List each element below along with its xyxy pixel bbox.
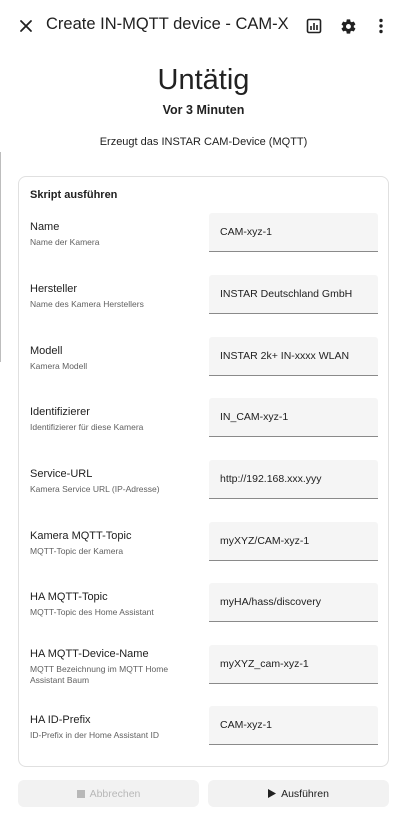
field-value: INSTAR 2k+ IN-xxxx WLAN bbox=[220, 350, 350, 362]
field-label: Kamera MQTT-Topic bbox=[30, 530, 132, 542]
field-value: http://192.168.xxx.yyy bbox=[220, 473, 322, 485]
field-label: HA MQTT-Topic bbox=[30, 591, 108, 603]
field-hint: Kamera Modell bbox=[30, 361, 88, 371]
field-hint: Identifizierer für diese Kamera bbox=[30, 422, 144, 432]
settings-button[interactable] bbox=[334, 12, 362, 40]
field-label: HA MQTT-Device-Name bbox=[30, 648, 149, 660]
model-input[interactable]: INSTAR 2k+ IN-xxxx WLAN bbox=[209, 337, 378, 376]
field-value: CAM-xyz-1 bbox=[220, 226, 272, 238]
script-description: Erzeugt das INSTAR CAM-Device (MQTT) bbox=[99, 136, 308, 148]
field-row-name: Name Name der Kamera CAM-xyz-1 bbox=[19, 213, 388, 253]
run-script-card: Skript ausführen Name Name der Kamera CA… bbox=[18, 176, 389, 767]
dialog-title: Create IN-MQTT device - CAM-X bbox=[46, 15, 289, 33]
field-row-ha-device-name: HA MQTT-Device-Name MQTT Bezeichnung im … bbox=[19, 645, 388, 685]
field-label: Name bbox=[30, 221, 60, 233]
field-label: Service-URL bbox=[30, 468, 93, 480]
stop-icon bbox=[76, 789, 85, 798]
field-row-model: Modell Kamera Modell INSTAR 2k+ IN-xxxx … bbox=[19, 337, 388, 377]
cancel-button-label: Abbrechen bbox=[89, 787, 141, 800]
field-row-ha-topic: HA MQTT-Topic MQTT-Topic des Home Assist… bbox=[19, 583, 388, 623]
more-button[interactable] bbox=[367, 12, 395, 40]
field-row-manufacturer: Hersteller Name des Kamera Herstellers I… bbox=[19, 275, 388, 315]
script-state-title: Untätig bbox=[157, 64, 250, 96]
field-value: CAM-xyz-1 bbox=[220, 719, 272, 731]
field-hint: MQTT-Topic des Home Assistant bbox=[30, 607, 154, 617]
field-label: Identifizierer bbox=[30, 406, 90, 418]
field-label: Hersteller bbox=[30, 283, 78, 295]
card-title: Skript ausführen bbox=[30, 189, 118, 201]
cancel-button[interactable]: Abbrechen bbox=[18, 780, 199, 807]
field-row-service-url: Service-URL Kamera Service URL (IP-Adres… bbox=[19, 460, 388, 500]
field-hint: MQTT-Topic der Kamera bbox=[30, 546, 124, 556]
field-row-camera-topic: Kamera MQTT-Topic MQTT-Topic der Kamera … bbox=[19, 522, 388, 562]
traces-button[interactable] bbox=[300, 12, 328, 40]
last-run-time: Vor 3 Minuten bbox=[162, 103, 245, 117]
manufacturer-input[interactable]: INSTAR Deutschland GmbH bbox=[209, 275, 378, 314]
more-vert-icon bbox=[379, 18, 383, 34]
divider bbox=[0, 152, 1, 362]
field-value: IN_CAM-xyz-1 bbox=[220, 411, 289, 423]
field-hint: Name der Kamera bbox=[30, 237, 100, 247]
field-value: INSTAR Deutschland GmbH bbox=[220, 288, 353, 300]
close-button[interactable] bbox=[12, 12, 40, 40]
play-icon bbox=[268, 789, 277, 798]
close-icon bbox=[20, 20, 32, 32]
ha-topic-input[interactable]: myHA/hass/discovery bbox=[209, 583, 378, 622]
field-hint: ID-Prefix in der Home Assistant ID bbox=[30, 730, 159, 740]
field-value: myXYZ_cam-xyz-1 bbox=[220, 658, 309, 670]
field-row-ha-id-prefix: HA ID-Prefix ID-Prefix in der Home Assis… bbox=[19, 706, 388, 746]
field-label: HA ID-Prefix bbox=[30, 714, 91, 726]
run-button-label: Ausführen bbox=[281, 787, 329, 800]
run-button[interactable]: Ausführen bbox=[208, 780, 389, 807]
camera-topic-input[interactable]: myXYZ/CAM-xyz-1 bbox=[209, 522, 378, 561]
ha-device-name-input[interactable]: myXYZ_cam-xyz-1 bbox=[209, 645, 378, 684]
field-hint: Kamera Service URL (IP-Adresse) bbox=[30, 484, 160, 494]
name-input[interactable]: CAM-xyz-1 bbox=[209, 213, 378, 252]
field-hint: Name des Kamera Herstellers bbox=[30, 299, 144, 309]
chart-icon bbox=[306, 18, 322, 34]
service-url-input[interactable]: http://192.168.xxx.yyy bbox=[209, 460, 378, 499]
identifier-input[interactable]: IN_CAM-xyz-1 bbox=[209, 398, 378, 437]
field-value: myHA/hass/discovery bbox=[220, 596, 321, 608]
ha-id-prefix-input[interactable]: CAM-xyz-1 bbox=[209, 706, 378, 745]
field-label: Modell bbox=[30, 345, 63, 357]
top-app-bar: Create IN-MQTT device - CAM-X bbox=[0, 0, 407, 52]
field-hint: MQTT Bezeichnung im MQTT Home Assistant … bbox=[30, 664, 169, 685]
gear-icon bbox=[341, 18, 355, 34]
field-row-identifier: Identifizierer Identifizierer für diese … bbox=[19, 398, 388, 438]
field-value: myXYZ/CAM-xyz-1 bbox=[220, 535, 310, 547]
